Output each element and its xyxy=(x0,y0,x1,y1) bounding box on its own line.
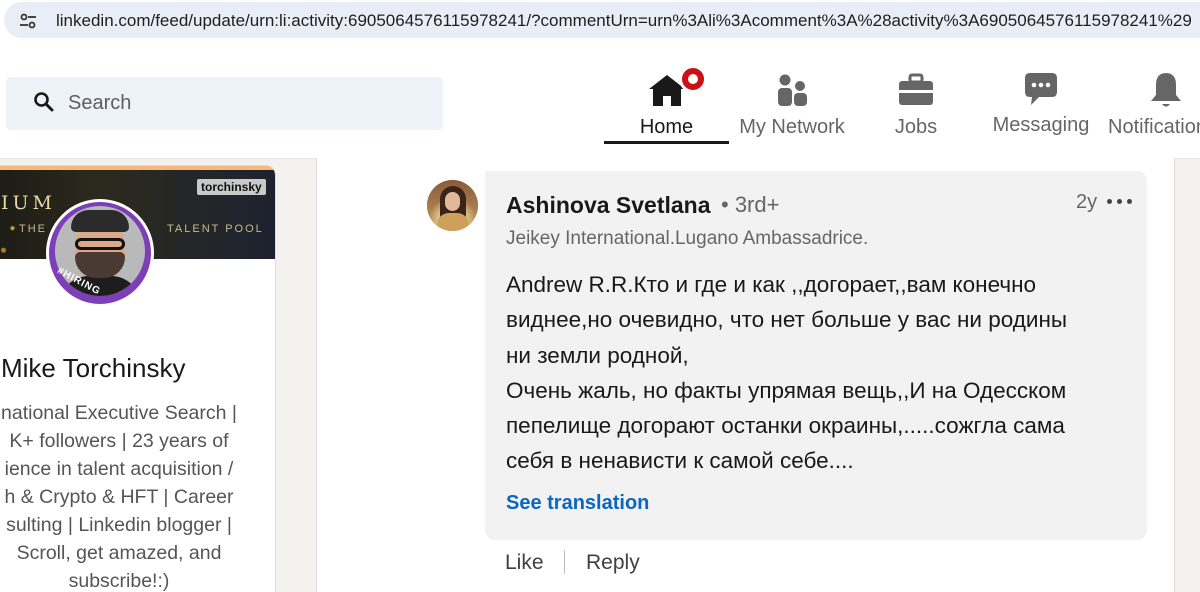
comment-line: виднее,но очевидно, что нет больше у вас… xyxy=(506,307,1068,333)
search-icon xyxy=(34,92,54,112)
headline-line: sulting | Linkedin blogger | xyxy=(6,514,232,536)
comment-author-name[interactable]: Ashinova Svetlana xyxy=(506,192,711,219)
nav-home-label: Home xyxy=(639,116,694,138)
nav-notifications[interactable]: Notifications xyxy=(1104,62,1200,144)
action-divider xyxy=(564,550,565,574)
briefcase-icon xyxy=(899,73,933,105)
search-input[interactable] xyxy=(68,77,428,130)
people-icon xyxy=(778,74,807,106)
comment-bubble: Ashinova Svetlana • 3rd+ 2y Jeikey Inter… xyxy=(485,171,1147,540)
notification-dot xyxy=(679,65,707,93)
see-translation-link[interactable]: See translation xyxy=(506,492,649,515)
search-box[interactable] xyxy=(6,77,443,130)
headline-line: h & Crypto & HFT | Career xyxy=(4,486,234,508)
bell-icon xyxy=(1151,73,1181,107)
comment-text: Andrew R.R.Кто и где и как ,,догорает,,в… xyxy=(506,267,1136,479)
headline-line: Scroll, get amazed, and xyxy=(16,542,222,564)
commenter-avatar[interactable] xyxy=(427,180,478,231)
comment-timestamp: 2y xyxy=(1076,191,1098,213)
banner-subtitle-right: TALENT POOL xyxy=(167,223,264,235)
nav-home[interactable]: Home xyxy=(604,62,729,144)
banner-sparkles xyxy=(0,215,26,259)
comment-line: себя в ненависти к самой себе.... xyxy=(506,448,854,474)
headline-line: subscribe!:) xyxy=(68,570,170,592)
nav-my-network-label: My Network xyxy=(739,116,845,138)
headline-line: K+ followers | 23 years of xyxy=(9,430,229,452)
profile-card: IUM THE TALENT POOL torchinsky #HIRING Mi… xyxy=(0,165,276,592)
reply-button[interactable]: Reply xyxy=(586,551,640,575)
banner-title: IUM xyxy=(1,192,56,214)
comment-line: ни земли родной, xyxy=(506,342,689,368)
comment-line: пепелище догорают останки окраины,.....с… xyxy=(506,413,1065,439)
linkedin-header: Home My Network Jobs Messaging xyxy=(0,42,1200,159)
profile-name[interactable]: Mike Torchinsky xyxy=(0,353,275,384)
banner-subtitle-left: THE xyxy=(19,223,47,235)
tune-icon[interactable] xyxy=(18,11,38,31)
more-horizontal-icon[interactable] xyxy=(1105,189,1135,213)
banner-tag: torchinsky xyxy=(197,179,266,195)
nav-notifications-label: Notifications xyxy=(1108,116,1200,138)
nav-my-network[interactable]: My Network xyxy=(730,62,854,144)
url-text[interactable]: linkedin.com/feed/update/urn:li:activity… xyxy=(56,11,1192,31)
active-tab-indicator xyxy=(604,141,729,144)
nav-messaging[interactable]: Messaging xyxy=(985,62,1097,144)
chat-icon xyxy=(1025,73,1057,105)
omnibox[interactable]: linkedin.com/feed/update/urn:li:activity… xyxy=(4,2,1200,38)
comment-author-headline: Jeikey International.Lugano Ambassadrice… xyxy=(506,228,869,249)
comment-line: Andrew R.R.Кто и где и как ,,догорает,,в… xyxy=(506,272,1037,297)
browser-address-bar: linkedin.com/feed/update/urn:li:activity… xyxy=(0,0,1200,42)
connection-degree: • 3rd+ xyxy=(721,192,780,217)
nav-messaging-label: Messaging xyxy=(992,114,1090,136)
headline-line: national Executive Search | xyxy=(1,402,237,424)
headline-line: ience in talent acquisition / xyxy=(4,458,234,480)
like-button[interactable]: Like xyxy=(505,551,544,575)
comment-line: Очень жаль, но факты упрямая вещь,,И на … xyxy=(506,377,1067,403)
profile-headline: national Executive Search | K+ followers… xyxy=(0,399,267,592)
nav-jobs[interactable]: Jobs xyxy=(860,62,972,144)
nav-jobs-label: Jobs xyxy=(894,116,938,138)
profile-avatar[interactable]: #HIRING xyxy=(46,199,154,307)
